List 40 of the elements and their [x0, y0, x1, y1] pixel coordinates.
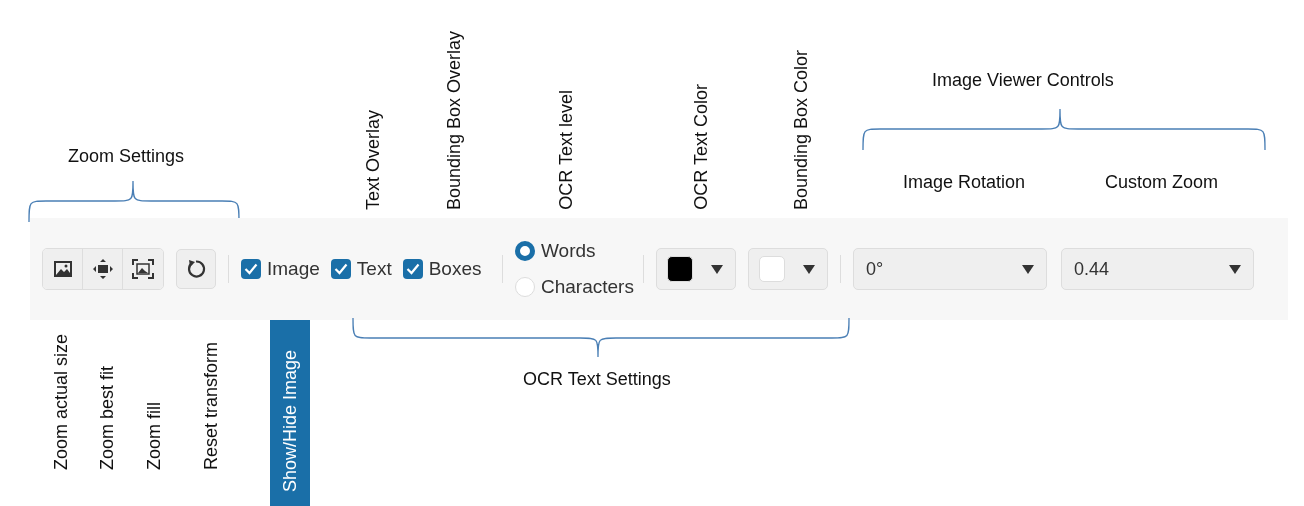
- toolbar-button[interactable]: [123, 249, 163, 289]
- annotation-label: Zoom fill: [143, 402, 165, 470]
- image-corners-icon: [132, 259, 154, 279]
- radio-label[interactable]: Words: [541, 240, 596, 262]
- caret-icon: [711, 264, 723, 274]
- reset-button[interactable]: [176, 249, 216, 289]
- rotate-icon: [186, 259, 206, 279]
- toolbar-button[interactable]: [83, 249, 123, 289]
- annotation-label: Custom Zoom: [1105, 172, 1219, 193]
- callout-label: Show/Hide Image: [270, 320, 310, 506]
- caret-icon: [1022, 264, 1034, 274]
- radio-button[interactable]: [515, 241, 535, 261]
- annotation-label: Zoom actual size: [50, 333, 72, 470]
- checkbox-label[interactable]: Boxes: [428, 258, 482, 280]
- group-heading: Image Viewer Controls: [932, 70, 1114, 91]
- dropdown[interactable]: 0°: [853, 248, 1047, 290]
- color-picker[interactable]: [656, 248, 736, 290]
- annotation-label: Reset transform: [200, 341, 222, 470]
- annotation-label: Image Rotation: [903, 172, 1026, 193]
- annotation-label: Bounding Box Overlay: [443, 30, 465, 210]
- checkbox[interactable]: [330, 259, 351, 279]
- image-arrows-icon: [91, 258, 114, 280]
- caret-icon: [1229, 264, 1241, 274]
- group-heading: Zoom Settings: [68, 146, 185, 167]
- caret-icon: [803, 264, 815, 274]
- annotation-label: Bounding Box Color: [790, 49, 812, 210]
- color-picker[interactable]: [748, 248, 828, 290]
- annotation-label: Text Overlay: [362, 109, 384, 210]
- radio-label[interactable]: Characters: [541, 276, 634, 298]
- image-icon: [53, 261, 72, 277]
- dropdown[interactable]: 0.44: [1061, 248, 1254, 290]
- toolbar-button[interactable]: [43, 249, 83, 289]
- annotation-label: OCR Text Color: [690, 84, 712, 210]
- checkbox-label[interactable]: Image: [267, 258, 320, 280]
- annotation-label: OCR Text level: [555, 90, 577, 210]
- checkbox-label[interactable]: Text: [356, 258, 392, 280]
- checkbox[interactable]: [241, 259, 261, 279]
- annotation-label: Zoom best fit: [96, 365, 118, 470]
- checkbox[interactable]: [402, 259, 423, 279]
- group-heading: OCR Text Settings: [523, 369, 671, 390]
